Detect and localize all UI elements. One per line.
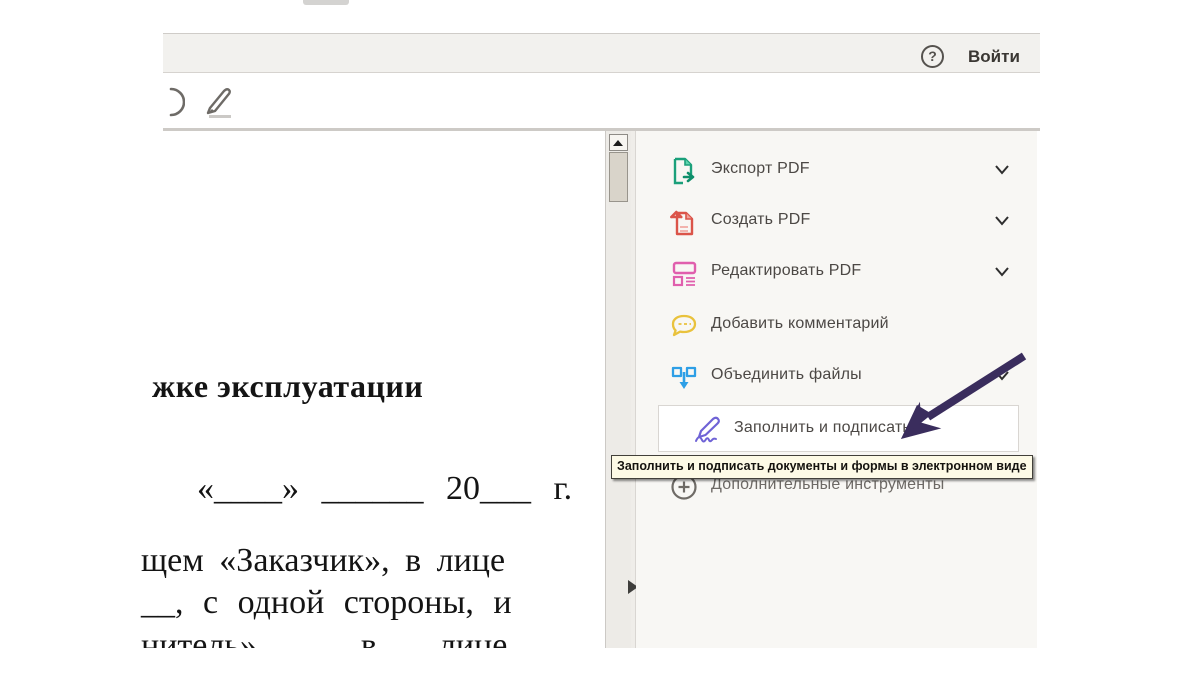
export-pdf-icon: [669, 156, 699, 186]
tool-item-create-pdf[interactable]: Создать PDF: [636, 204, 1037, 240]
tooltip: Заполнить и подписать документы и формы …: [611, 455, 1033, 479]
tool-item-edit-pdf[interactable]: Редактировать PDF: [636, 255, 1037, 291]
vertical-scrollbar[interactable]: [605, 131, 631, 648]
document-text-line: щем «Заказчик», в лице: [141, 542, 505, 580]
tool-item-add-comment[interactable]: Добавить комментарий: [636, 308, 1037, 344]
tool-item-label: Заполнить и подписать: [734, 419, 911, 437]
document-text-fragment: нитель»: [141, 627, 257, 648]
app-window: ? Войти жке эксплуатации «____» ______ 2…: [0, 0, 1200, 690]
tool-item-label: Экспорт PDF: [711, 160, 810, 178]
document-text-fragment: в: [361, 627, 377, 648]
tools-panel: Экспорт PDF Создать PDF Редактировать PD…: [636, 131, 1037, 648]
highlighter-tool-icon[interactable]: [198, 82, 238, 122]
add-comment-icon: [669, 311, 699, 341]
signin-button[interactable]: Войти: [968, 46, 1030, 68]
fill-sign-icon: [693, 415, 725, 445]
document-page: жке эксплуатации «____» ______ 20___ г. …: [0, 131, 606, 648]
cropped-tool-arc-icon[interactable]: [163, 86, 185, 118]
tool-item-combine-files[interactable]: Объединить файлы: [636, 359, 1037, 395]
main-toolbar: [163, 33, 1040, 73]
tool-item-label: Редактировать PDF: [711, 262, 861, 280]
scroll-up-arrow-icon: [613, 140, 623, 146]
combine-files-icon: [669, 362, 699, 392]
tool-item-export-pdf[interactable]: Экспорт PDF: [636, 153, 1037, 189]
document-text-line: нитель» в лице: [141, 627, 507, 648]
scroll-up-button[interactable]: [609, 134, 628, 151]
document-date-line: «____» ______ 20___ г.: [197, 470, 572, 508]
document-heading: жке эксплуатации: [152, 368, 423, 405]
tool-item-fill-and-sign[interactable]: Заполнить и подписать: [658, 405, 1019, 452]
chevron-down-icon[interactable]: [994, 370, 1010, 382]
edit-pdf-icon: [669, 258, 699, 288]
tool-item-label: Добавить комментарий: [711, 315, 889, 333]
document-text-fragment: лице: [439, 627, 507, 648]
help-icon[interactable]: ?: [921, 45, 944, 68]
secondary-toolbar: [163, 74, 1040, 128]
chevron-down-icon[interactable]: [994, 266, 1010, 278]
tool-item-label: Объединить файлы: [711, 366, 862, 384]
chevron-down-icon[interactable]: [994, 215, 1010, 227]
scroll-thumb[interactable]: [609, 152, 628, 202]
tool-item-label: Создать PDF: [711, 211, 810, 229]
create-pdf-icon: [669, 207, 699, 237]
window-crop-artifact: [303, 0, 349, 5]
document-text-line: __, с одной стороны, и: [141, 584, 512, 622]
chevron-down-icon[interactable]: [994, 164, 1010, 176]
